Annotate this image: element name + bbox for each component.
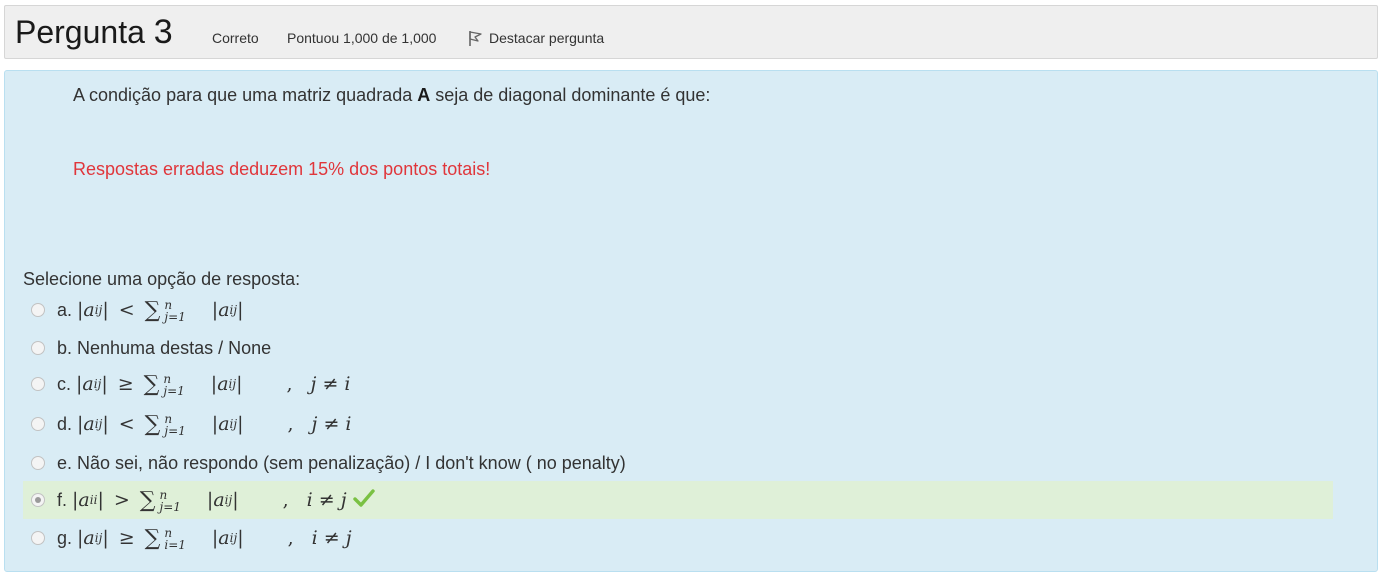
answer-option-b[interactable]: b. Nenhuma destas / None bbox=[23, 329, 1333, 367]
flag-icon bbox=[467, 29, 483, 47]
question-number: 3 bbox=[153, 13, 173, 51]
answer-prompt: Selecione uma opção de resposta: bbox=[23, 269, 301, 289]
answer-option-e[interactable]: e. Não sei, não respondo (sem penalizaçã… bbox=[23, 444, 1333, 482]
answer-option-c[interactable]: c. | a ij | ≥ ∑ n j=1 | a ij | , j ≠ i bbox=[23, 365, 1333, 403]
penalty-warning: Respostas erradas deduzem 15% dos pontos… bbox=[73, 159, 491, 179]
answer-option-d[interactable]: d. | a ij | < ∑ n j=1 | a ij | , j ≠ i bbox=[23, 405, 1333, 443]
question-text: A condição para que uma matriz quadrada … bbox=[73, 84, 710, 106]
radio-button[interactable] bbox=[31, 417, 45, 431]
check-icon bbox=[352, 488, 375, 513]
option-formula: | a ij | < ∑ n j=1 | a ij | , j ≠ i bbox=[77, 411, 352, 438]
question-text-bold: A bbox=[417, 85, 431, 105]
radio-button[interactable] bbox=[31, 303, 45, 317]
option-text: Não sei, não respondo (sem penalização) … bbox=[77, 452, 626, 473]
question-grade: Pontuou 1,000 de 1,000 bbox=[287, 30, 437, 46]
question-info-bar: Pergunta 3 Correto Pontuou 1,000 de 1,00… bbox=[4, 5, 1378, 59]
option-formula: | a ij | ≥ ∑ n j=1 | a ij | , j ≠ i bbox=[76, 371, 351, 398]
answer-option-a[interactable]: a. | a ij | < ∑ n j=1 | a ij | bbox=[23, 291, 1333, 329]
question-text-after: seja de diagonal dominante é que: bbox=[430, 85, 711, 105]
option-letter: d. bbox=[57, 413, 73, 434]
question-text-before: A condição para que uma matriz quadrada bbox=[73, 85, 418, 105]
option-letter: c. bbox=[57, 373, 72, 394]
option-formula: | a ij | < ∑ n j=1 | a ij | bbox=[77, 297, 244, 324]
radio-button[interactable] bbox=[31, 341, 45, 355]
answer-option-f[interactable]: f. | a ii | > ∑ n j=1 | a ij | , i ≠ j bbox=[23, 481, 1333, 519]
option-letter: e. bbox=[57, 452, 73, 473]
radio-button[interactable] bbox=[31, 456, 45, 470]
answer-option-g[interactable]: g. | a ij | ≥ ∑ n i=1 | a ij | , i ≠ j bbox=[23, 519, 1333, 557]
option-letter: g. bbox=[57, 527, 73, 548]
option-letter: f. bbox=[57, 489, 68, 510]
radio-button[interactable] bbox=[31, 377, 45, 391]
question-page: Pergunta 3 Correto Pontuou 1,000 de 1,00… bbox=[0, 0, 1386, 580]
flag-question-link[interactable]: Destacar pergunta bbox=[467, 29, 604, 47]
radio-button-checked[interactable] bbox=[31, 493, 45, 507]
question-title: Pergunta 3 bbox=[15, 12, 173, 52]
flag-question-label: Destacar pergunta bbox=[489, 30, 605, 46]
option-text: Nenhuma destas / None bbox=[77, 337, 272, 358]
option-letter: b. bbox=[57, 337, 73, 358]
option-letter: a. bbox=[57, 299, 73, 320]
question-title-label: Pergunta bbox=[15, 14, 145, 50]
question-state: Correto bbox=[212, 30, 259, 46]
option-formula: | a ij | ≥ ∑ n i=1 | a ij | , i ≠ j bbox=[77, 525, 352, 552]
question-content: A condição para que uma matriz quadrada … bbox=[4, 70, 1378, 572]
option-formula: | a ii | > ∑ n j=1 | a ij | , i ≠ j bbox=[72, 487, 347, 514]
radio-button[interactable] bbox=[31, 531, 45, 545]
